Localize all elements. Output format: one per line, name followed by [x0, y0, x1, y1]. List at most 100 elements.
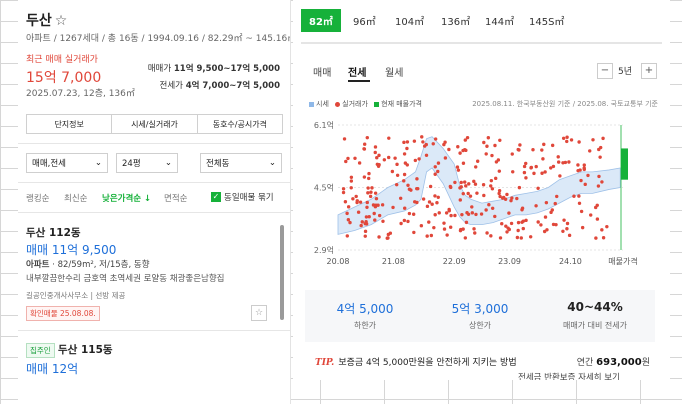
trade-point — [377, 153, 381, 158]
trade-point — [421, 197, 426, 201]
listing-panel: 두산 ☆ 아파트 / 1267세대 / 총 16동 / 1994.09.16 / … — [18, 0, 291, 404]
deposit-tip[interactable]: TIP. 보증금 4억 5,000만원을 안전하게 지키는 방법 — [315, 355, 517, 368]
trade-point — [580, 225, 585, 230]
jeonse-range: 전세가 4억 7,000~7억 5,000 — [160, 79, 280, 91]
sale-range: 매매가 11억 9,500~17억 5,000 — [148, 62, 280, 74]
trade-point — [467, 182, 471, 186]
favorite-icon[interactable]: ☆ — [251, 305, 267, 321]
complex-info-button[interactable]: 단지정보 — [26, 114, 113, 134]
trade-point — [373, 145, 378, 149]
trade-point — [601, 136, 605, 141]
trade-point — [577, 201, 582, 205]
trade-point — [534, 204, 538, 208]
unit-price-button[interactable]: 동호수/공시가격 — [196, 114, 283, 134]
trade-point — [345, 211, 349, 216]
trade-point — [464, 184, 468, 188]
trade-point — [481, 183, 486, 187]
guarantee-more-link[interactable]: 전세금 반환보증 자세히 보기 — [518, 371, 620, 380]
upper-price-label: 상한가 — [468, 321, 492, 330]
tab-monthly[interactable]: 월세 — [385, 64, 403, 79]
trade-point — [497, 169, 502, 173]
trade-point — [465, 135, 470, 140]
guarantee-fee-value: 693,000 — [596, 357, 642, 368]
trade-point — [562, 218, 566, 222]
guarantee-fee-label: 연간 — [576, 358, 594, 368]
trade-point — [518, 143, 522, 147]
trade-point — [377, 235, 381, 239]
trade-point — [601, 236, 606, 240]
trade-point — [463, 180, 467, 184]
trade-point — [420, 135, 424, 139]
tab-jeonse[interactable]: 전세 — [348, 64, 366, 79]
listing-item-title[interactable]: 두산 115동 — [58, 342, 113, 357]
trade-point — [554, 222, 558, 227]
size-select[interactable]: 24평 ⌄ — [116, 153, 178, 173]
favorite-star-icon[interactable]: ☆ — [55, 13, 68, 29]
trade-point — [429, 233, 434, 238]
dong-select[interactable]: 전체동 ⌄ — [200, 153, 282, 173]
trade-point — [365, 135, 369, 140]
sort-latest[interactable]: 최신순 — [64, 192, 87, 204]
listing-item-agent: 길공인중개사사무소 | 선방 제공 — [26, 291, 126, 300]
trade-point — [595, 217, 600, 221]
area-tab-104[interactable]: 104㎡ — [395, 13, 424, 28]
trade-point — [355, 200, 359, 205]
trade-point — [550, 208, 554, 212]
trade-point — [456, 145, 460, 149]
trade-point — [424, 153, 429, 158]
trade-point — [373, 205, 378, 209]
trade-point — [402, 172, 407, 177]
trade-point — [362, 147, 366, 151]
trade-point — [516, 147, 520, 152]
listing-item-spec: 아파트 · 82/59m², 저/15층, 동향 — [26, 258, 150, 270]
trade-point — [363, 221, 367, 226]
trade-point — [363, 234, 367, 238]
complex-title: 두산 ☆ — [26, 10, 67, 30]
listing-item-title[interactable]: 두산 112동 — [26, 225, 81, 240]
area-tab-82[interactable]: 82㎡ — [301, 9, 341, 32]
area-tab-144[interactable]: 144㎡ — [485, 13, 514, 28]
area-tab-136[interactable]: 136㎡ — [441, 13, 470, 28]
trade-point — [343, 200, 348, 204]
tab-sale[interactable]: 매매 — [313, 64, 331, 79]
market-price-band — [337, 136, 621, 235]
trade-point — [430, 202, 434, 206]
complex-name: 두산 — [26, 13, 52, 29]
trade-point — [455, 165, 460, 169]
sort-ranking[interactable]: 랭킹순 — [26, 192, 49, 204]
trade-point — [536, 186, 540, 191]
legend-current-swatch — [374, 101, 380, 107]
same-listing-checkbox[interactable]: ✓ — [211, 192, 221, 202]
price-history-button[interactable]: 시세/실거래가 — [111, 114, 198, 134]
trade-point — [447, 147, 451, 152]
period-minus-button[interactable]: − — [597, 63, 613, 79]
area-tab-96[interactable]: 96㎡ — [353, 13, 376, 28]
trade-point — [407, 211, 412, 216]
trade-point — [579, 178, 583, 183]
trade-point — [540, 171, 544, 175]
sort-area[interactable]: 면적순 — [164, 192, 187, 204]
chevron-down-icon: ⌄ — [94, 158, 102, 168]
trade-point — [579, 209, 584, 214]
trade-point — [362, 175, 367, 179]
trade-point — [498, 236, 503, 240]
trade-point — [387, 155, 391, 160]
trade-point — [586, 173, 590, 178]
trade-point — [582, 166, 586, 170]
period-plus-button[interactable]: + — [641, 63, 657, 79]
divider — [18, 330, 290, 331]
trade-point — [540, 148, 544, 152]
trade-point — [391, 205, 395, 210]
trade-point — [394, 182, 399, 187]
trade-point — [490, 206, 495, 210]
trade-point — [549, 166, 553, 170]
trade-point — [482, 193, 486, 198]
trade-point — [405, 146, 409, 151]
trade-point — [522, 170, 527, 175]
scrollbar-thumb[interactable] — [280, 225, 284, 320]
trade-type-select[interactable]: 매매,전세 ⌄ — [26, 153, 108, 173]
trade-point — [484, 152, 488, 156]
sort-low-price[interactable]: 낮은가격순 ↓ — [102, 192, 151, 204]
area-tab-145s[interactable]: 145S㎡ — [529, 13, 564, 28]
trade-point — [520, 206, 525, 210]
